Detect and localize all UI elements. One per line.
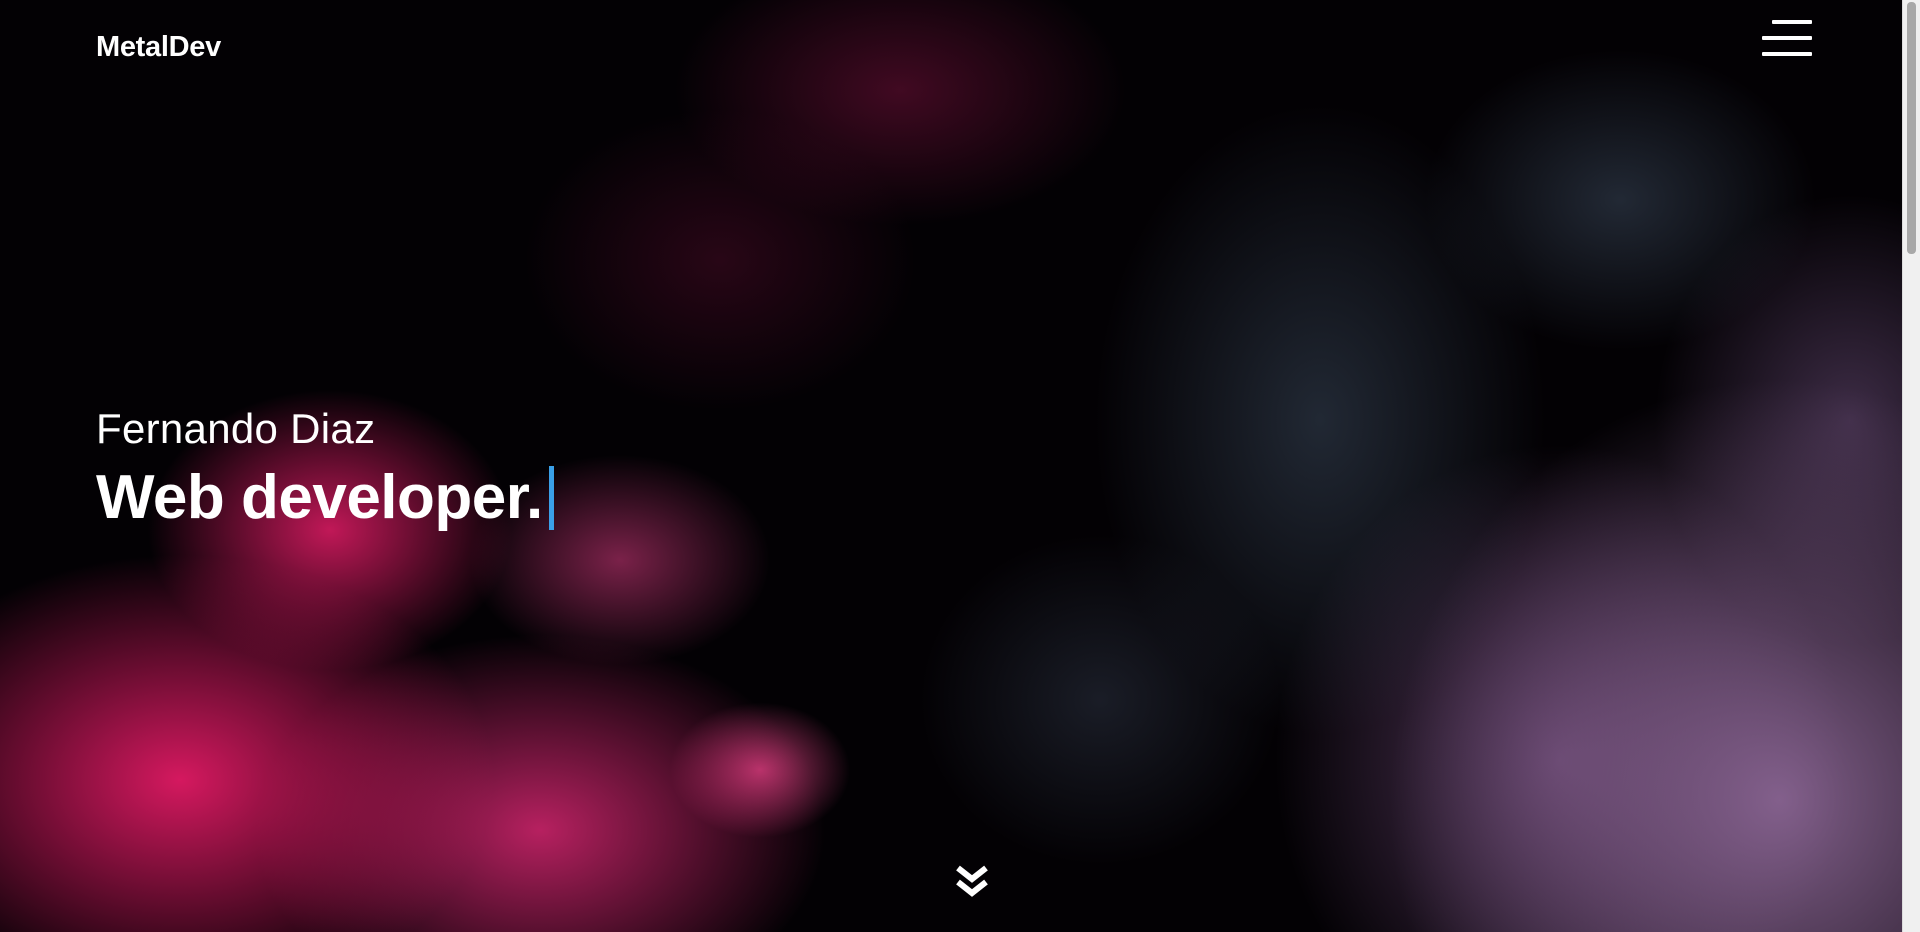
scrollbar-thumb[interactable] [1907, 2, 1916, 254]
scroll-down-button[interactable] [954, 864, 990, 898]
hamburger-line [1762, 36, 1812, 40]
landing-page: MetalDev Fernando Diaz Web developer. [0, 0, 1920, 932]
hero-title: Web developer. [96, 462, 554, 534]
hamburger-menu-icon [1772, 20, 1812, 24]
page-scrollbar[interactable] [1902, 0, 1920, 932]
double-chevron-down-icon [956, 865, 988, 897]
hero-title-text: Web developer. [96, 463, 543, 532]
hero-name: Fernando Diaz [96, 405, 376, 452]
hamburger-line [1762, 52, 1812, 56]
hamburger-menu-button[interactable] [1760, 18, 1812, 60]
brand-logo[interactable]: MetalDev [96, 30, 221, 64]
typing-cursor [548, 466, 554, 530]
